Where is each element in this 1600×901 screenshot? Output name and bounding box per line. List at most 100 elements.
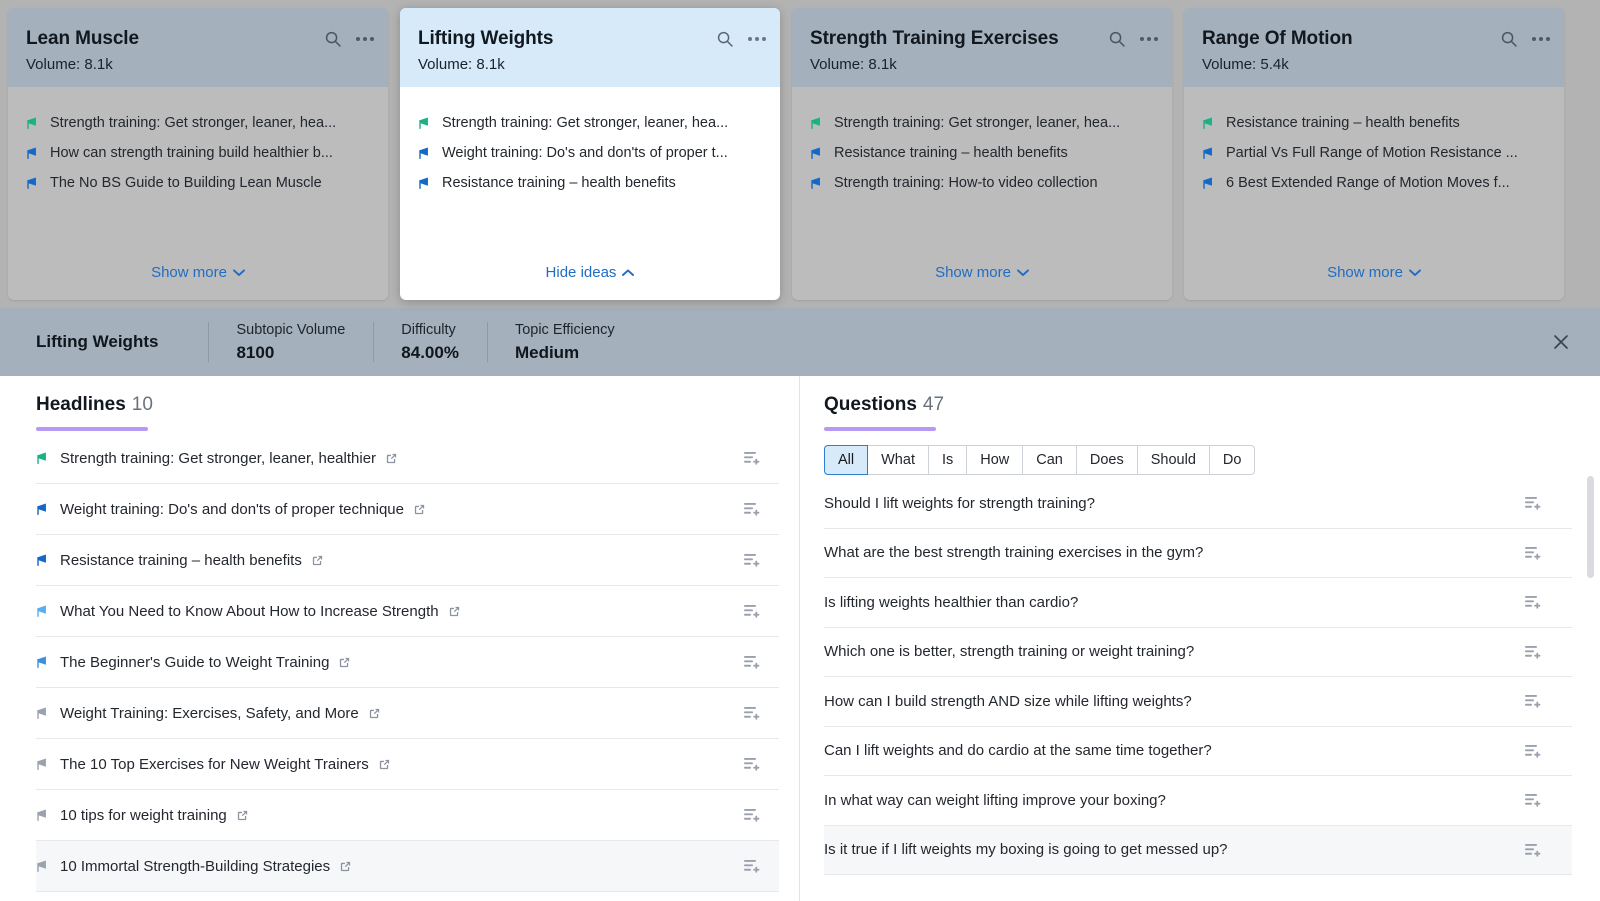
headline-row[interactable]: Resistance training – health benefits bbox=[36, 535, 779, 586]
external-link-icon[interactable] bbox=[339, 860, 352, 873]
card-idea-row[interactable]: How can strength training build healthie… bbox=[26, 145, 370, 161]
question-text: Can I lift weights and do cardio at the … bbox=[824, 742, 1524, 759]
question-row[interactable]: How can I build strength AND size while … bbox=[824, 677, 1572, 727]
add-to-list-icon[interactable] bbox=[743, 654, 761, 670]
questions-scrollbar[interactable] bbox=[1587, 476, 1594, 578]
add-to-list-icon[interactable] bbox=[743, 756, 761, 772]
headline-row[interactable]: What You Need to Know About How to Incre… bbox=[36, 586, 779, 637]
question-filter-should[interactable]: Should bbox=[1137, 445, 1209, 475]
external-link-icon[interactable] bbox=[311, 554, 324, 567]
external-link-icon[interactable] bbox=[338, 656, 351, 669]
headline-row[interactable]: The 10 Top Exercises for New Weight Trai… bbox=[36, 739, 779, 790]
headline-row[interactable]: Strength training: Get stronger, leaner,… bbox=[36, 433, 779, 484]
question-filter-can[interactable]: Can bbox=[1022, 445, 1076, 475]
topic-card[interactable]: Lifting WeightsVolume: 8.1k Strength trai… bbox=[400, 8, 780, 300]
add-to-list-icon[interactable] bbox=[743, 705, 761, 721]
question-text: Which one is better, strength training o… bbox=[824, 643, 1524, 660]
external-link-icon[interactable] bbox=[368, 707, 381, 720]
topic-cards-strip: Lean MuscleVolume: 8.1kStrength training… bbox=[0, 0, 1600, 308]
more-options-icon[interactable] bbox=[356, 30, 374, 48]
topic-card-body: Resistance training – health benefits Par… bbox=[1184, 87, 1564, 258]
add-to-list-icon[interactable] bbox=[1524, 594, 1542, 610]
megaphone-icon bbox=[36, 757, 51, 772]
add-to-list-icon[interactable] bbox=[1524, 693, 1542, 709]
card-idea-row[interactable]: Strength training: Get stronger, leaner,… bbox=[26, 115, 370, 131]
add-to-list-icon[interactable] bbox=[743, 807, 761, 823]
add-to-list-icon[interactable] bbox=[743, 450, 761, 466]
question-filter-all[interactable]: All bbox=[824, 445, 868, 475]
card-idea-row[interactable]: Partial Vs Full Range of Motion Resistan… bbox=[1202, 145, 1546, 161]
question-row[interactable]: Can I lift weights and do cardio at the … bbox=[824, 727, 1572, 777]
add-to-list-icon[interactable] bbox=[1524, 743, 1542, 759]
add-to-list-icon[interactable] bbox=[1524, 792, 1542, 808]
topic-card-volume: Volume: 8.1k bbox=[810, 56, 1154, 73]
add-to-list-icon[interactable] bbox=[1524, 842, 1542, 858]
toggle-ideas-label: Show more bbox=[151, 264, 227, 281]
megaphone-icon bbox=[36, 502, 51, 517]
card-idea-row[interactable]: The No BS Guide to Building Lean Muscle bbox=[26, 175, 370, 191]
external-link-icon[interactable] bbox=[385, 452, 398, 465]
card-idea-row[interactable]: Strength training: Get stronger, leaner,… bbox=[418, 115, 762, 131]
megaphone-icon bbox=[36, 553, 51, 568]
metric-topic-efficiency: Topic Efficiency Medium bbox=[487, 321, 643, 363]
headline-main: What You Need to Know About How to Incre… bbox=[36, 603, 743, 620]
topic-card-footer: Hide ideas bbox=[400, 258, 780, 300]
topic-card-header: Lifting WeightsVolume: 8.1k bbox=[400, 8, 780, 87]
more-options-icon[interactable] bbox=[1532, 30, 1550, 48]
topic-card[interactable]: Lean MuscleVolume: 8.1kStrength training… bbox=[8, 8, 388, 300]
add-to-list-icon[interactable] bbox=[1524, 644, 1542, 660]
search-icon[interactable] bbox=[1500, 30, 1518, 48]
headline-row[interactable]: 10 Immortal Strength-Building Strategies bbox=[36, 841, 779, 892]
question-row[interactable]: In what way can weight lifting improve y… bbox=[824, 776, 1572, 826]
external-link-icon[interactable] bbox=[236, 809, 249, 822]
details-panels: Headlines10 Strength training: Get stron… bbox=[0, 376, 1600, 901]
question-filter-is[interactable]: Is bbox=[928, 445, 966, 475]
question-row[interactable]: Which one is better, strength training o… bbox=[824, 628, 1572, 678]
metric-value: 8100 bbox=[236, 343, 345, 363]
add-to-list-icon[interactable] bbox=[1524, 495, 1542, 511]
topic-card-actions bbox=[716, 30, 766, 48]
external-link-icon[interactable] bbox=[448, 605, 461, 618]
card-idea-row[interactable]: Strength training: How-to video collecti… bbox=[810, 175, 1154, 191]
more-options-icon[interactable] bbox=[1140, 30, 1158, 48]
card-idea-row[interactable]: Resistance training – health benefits bbox=[1202, 115, 1546, 131]
external-link-icon[interactable] bbox=[413, 503, 426, 516]
external-link-icon[interactable] bbox=[378, 758, 391, 771]
search-icon[interactable] bbox=[324, 30, 342, 48]
toggle-ideas-button[interactable]: Show more bbox=[1327, 264, 1421, 281]
card-idea-row[interactable]: Resistance training – health benefits bbox=[810, 145, 1154, 161]
card-idea-label: Resistance training – health benefits bbox=[1226, 115, 1460, 131]
add-to-list-icon[interactable] bbox=[1524, 545, 1542, 561]
question-filter-what[interactable]: What bbox=[867, 445, 928, 475]
close-icon[interactable] bbox=[1550, 331, 1572, 353]
question-row[interactable]: Should I lift weights for strength train… bbox=[824, 479, 1572, 529]
question-filter-do[interactable]: Do bbox=[1209, 445, 1256, 475]
question-filter-how[interactable]: How bbox=[966, 445, 1022, 475]
topic-card[interactable]: Range Of MotionVolume: 5.4kResistance tr… bbox=[1184, 8, 1564, 300]
toggle-ideas-button[interactable]: Show more bbox=[935, 264, 1029, 281]
headline-row[interactable]: Weight Training: Exercises, Safety, and … bbox=[36, 688, 779, 739]
question-row[interactable]: What are the best strength training exer… bbox=[824, 529, 1572, 579]
question-row[interactable]: Is lifting weights healthier than cardio… bbox=[824, 578, 1572, 628]
search-icon[interactable] bbox=[1108, 30, 1126, 48]
headline-row[interactable]: 10 tips for weight training bbox=[36, 790, 779, 841]
headline-row[interactable]: Weight training: Do's and don'ts of prop… bbox=[36, 484, 779, 535]
toggle-ideas-button[interactable]: Hide ideas bbox=[546, 264, 635, 281]
card-idea-row[interactable]: 6 Best Extended Range of Motion Moves f.… bbox=[1202, 175, 1546, 191]
add-to-list-icon[interactable] bbox=[743, 501, 761, 517]
topic-card[interactable]: Strength Training ExercisesVolume: 8.1kS… bbox=[792, 8, 1172, 300]
more-options-icon[interactable] bbox=[748, 30, 766, 48]
search-icon[interactable] bbox=[716, 30, 734, 48]
headline-row[interactable]: The Beginner's Guide to Weight Training bbox=[36, 637, 779, 688]
question-row[interactable]: Is it true if I lift weights my boxing i… bbox=[824, 826, 1572, 876]
questions-panel: Questions47 AllWhatIsHowCanDoesShouldDo … bbox=[800, 376, 1600, 901]
add-to-list-icon[interactable] bbox=[743, 603, 761, 619]
add-to-list-icon[interactable] bbox=[743, 552, 761, 568]
topic-card-title: Lifting Weights bbox=[418, 28, 762, 50]
card-idea-row[interactable]: Resistance training – health benefits bbox=[418, 175, 762, 191]
toggle-ideas-button[interactable]: Show more bbox=[151, 264, 245, 281]
card-idea-row[interactable]: Strength training: Get stronger, leaner,… bbox=[810, 115, 1154, 131]
add-to-list-icon[interactable] bbox=[743, 858, 761, 874]
question-filter-does[interactable]: Does bbox=[1076, 445, 1137, 475]
card-idea-row[interactable]: Weight training: Do's and don'ts of prop… bbox=[418, 145, 762, 161]
